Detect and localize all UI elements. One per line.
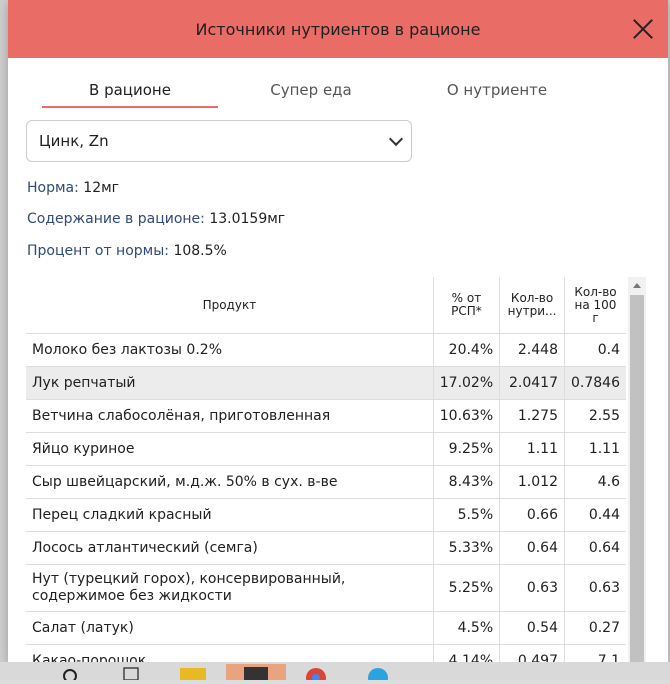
percent-cell: 8.43% [432, 465, 500, 499]
product-cell: Лосось атлантический (семга) [26, 531, 434, 565]
table-row[interactable]: Какао-порошок 4.14% 0.497 7.1 [26, 644, 626, 662]
table-row[interactable]: Яйцо куриное 9.25% 1.11 1.11 [26, 432, 626, 466]
table-scrollbar[interactable] [628, 277, 646, 662]
product-cell: Нут (турецкий горох), консервированный, … [26, 564, 434, 612]
nutrient-select-value: Цинк, Zn [39, 132, 109, 150]
chevron-down-icon [388, 131, 404, 147]
dialog-title: Источники нутриентов в рационе [195, 19, 481, 39]
percent-cell: 5.33% [432, 531, 500, 565]
telegram-icon[interactable] [360, 664, 396, 684]
percent-cell: 10.63% [432, 399, 500, 433]
product-cell: Перец сладкий красный [26, 498, 434, 532]
table-row[interactable]: Ветчина слабосолёная, приготовленная 10.6… [26, 399, 626, 433]
col-header-percent-text: % от РСП* [451, 291, 482, 318]
percent-cell: 4.5% [432, 611, 500, 645]
table-row[interactable]: Нут (турецкий горох), консервированный, … [26, 564, 626, 612]
tab-about-nutrient[interactable]: О нутриенте [404, 74, 590, 108]
percent-cell: 9.25% [432, 432, 500, 466]
col-header-amount[interactable]: Кол-во нутри... [499, 277, 565, 334]
amount-cell: 0.66 [499, 498, 565, 532]
per100-cell: 0.44 [563, 498, 626, 532]
table-header-row: Продукт % от РСП* Кол-во нутри... Кол-во… [26, 277, 626, 334]
col-header-percent[interactable]: % от РСП* [432, 277, 500, 334]
per100-cell: 0.27 [563, 611, 626, 645]
dialog-header: Источники нутриентов в рационе [8, 0, 668, 58]
nutrient-select[interactable]: Цинк, Zn [26, 120, 412, 162]
table-row[interactable]: Салат (латук) 4.5% 0.54 0.27 [26, 611, 626, 645]
content-info: Содержание в рационе: 13.0159мг [27, 211, 285, 227]
nutrient-sources-dialog: Источники нутриентов в рационе В рационе… [8, 0, 668, 662]
product-cell: Ветчина слабосолёная, приготовленная [26, 399, 434, 433]
table-row[interactable]: Лук репчатый 17.02% 2.0417 0.7846 [26, 366, 626, 400]
amount-cell: 2.448 [499, 333, 565, 367]
product-cell: Молоко без лактозы 0.2% [26, 333, 434, 367]
per100-cell: 1.11 [563, 432, 626, 466]
active-app-icon[interactable] [226, 664, 286, 680]
content-value: 13.0159мг [209, 211, 286, 227]
tab-super-food[interactable]: Супер еда [218, 74, 404, 108]
amount-cell: 0.64 [499, 531, 565, 565]
amount-cell: 0.63 [499, 564, 565, 612]
percent-cell: 5.25% [432, 564, 500, 612]
per100-cell: 0.63 [563, 564, 626, 612]
product-cell: Яйцо куриное [26, 432, 434, 466]
amount-cell: 0.497 [499, 644, 565, 662]
product-cell: Какао-порошок [26, 644, 434, 662]
file-explorer-icon[interactable] [176, 664, 210, 680]
norm-info: Норма: 12мг [27, 180, 119, 196]
table-row[interactable]: Сыр швейцарский, м.д.ж. 50% в сух. в-ве 8… [26, 465, 626, 499]
table-row[interactable]: Молоко без лактозы 0.2% 20.4% 2.448 0.4 [26, 333, 626, 367]
taskbar [0, 662, 670, 684]
percent-label: Процент от нормы: [27, 243, 169, 259]
table-row[interactable]: Лосось атлантический (семга) 5.33% 0.64 0.6… [26, 531, 626, 565]
percent-cell: 5.5% [432, 498, 500, 532]
scroll-up-arrow-icon[interactable] [633, 283, 641, 288]
tab-bar: В рационе Супер еда О нутриенте [42, 74, 602, 108]
task-view-icon[interactable] [116, 664, 146, 681]
content-label: Содержание в рационе: [27, 211, 205, 227]
product-cell: Лук репчатый [26, 366, 434, 400]
col-header-product[interactable]: Продукт [26, 277, 434, 334]
col-header-amount-text: Кол-во нутри... [507, 291, 557, 318]
table-row[interactable]: Перец сладкий красный 5.5% 0.66 0.44 [26, 498, 626, 532]
per100-cell: 7.1 [563, 644, 626, 662]
col-header-per100[interactable]: Кол-во на 100 г [563, 277, 626, 334]
col-header-per100-text: Кол-во на 100 г [574, 284, 617, 325]
per100-cell: 2.55 [563, 399, 626, 433]
amount-cell: 2.0417 [499, 366, 565, 400]
nutrient-sources-table: Продукт % от РСП* Кол-во нутри... Кол-во… [26, 277, 626, 662]
nutrient-table-container: Продукт % от РСП* Кол-во нутри... Кол-во… [26, 277, 656, 662]
scroll-thumb[interactable] [630, 295, 644, 662]
close-icon[interactable] [630, 16, 656, 42]
percent-cell: 17.02% [432, 366, 500, 400]
norm-value: 12мг [83, 180, 120, 196]
percent-cell: 20.4% [432, 333, 500, 367]
product-cell: Салат (латук) [26, 611, 434, 645]
norm-label: Норма: [27, 180, 79, 196]
per100-cell: 0.64 [563, 531, 626, 565]
amount-cell: 1.012 [499, 465, 565, 499]
percent-info: Процент от нормы: 108.5% [27, 243, 227, 259]
amount-cell: 1.11 [499, 432, 565, 466]
per100-cell: 0.7846 [563, 366, 626, 400]
percent-cell: 4.14% [432, 644, 500, 662]
amount-cell: 1.275 [499, 399, 565, 433]
search-icon[interactable] [52, 664, 88, 683]
amount-cell: 0.54 [499, 611, 565, 645]
chrome-icon[interactable] [298, 664, 334, 684]
per100-cell: 4.6 [563, 465, 626, 499]
per100-cell: 0.4 [563, 333, 626, 367]
product-cell: Сыр швейцарский, м.д.ж. 50% в сух. в-ве [26, 465, 434, 499]
tab-in-diet[interactable]: В рационе [42, 74, 218, 108]
percent-value: 108.5% [173, 243, 227, 259]
table-body: Молоко без лактозы 0.2% 20.4% 2.448 0.4 Лук … [26, 333, 626, 662]
